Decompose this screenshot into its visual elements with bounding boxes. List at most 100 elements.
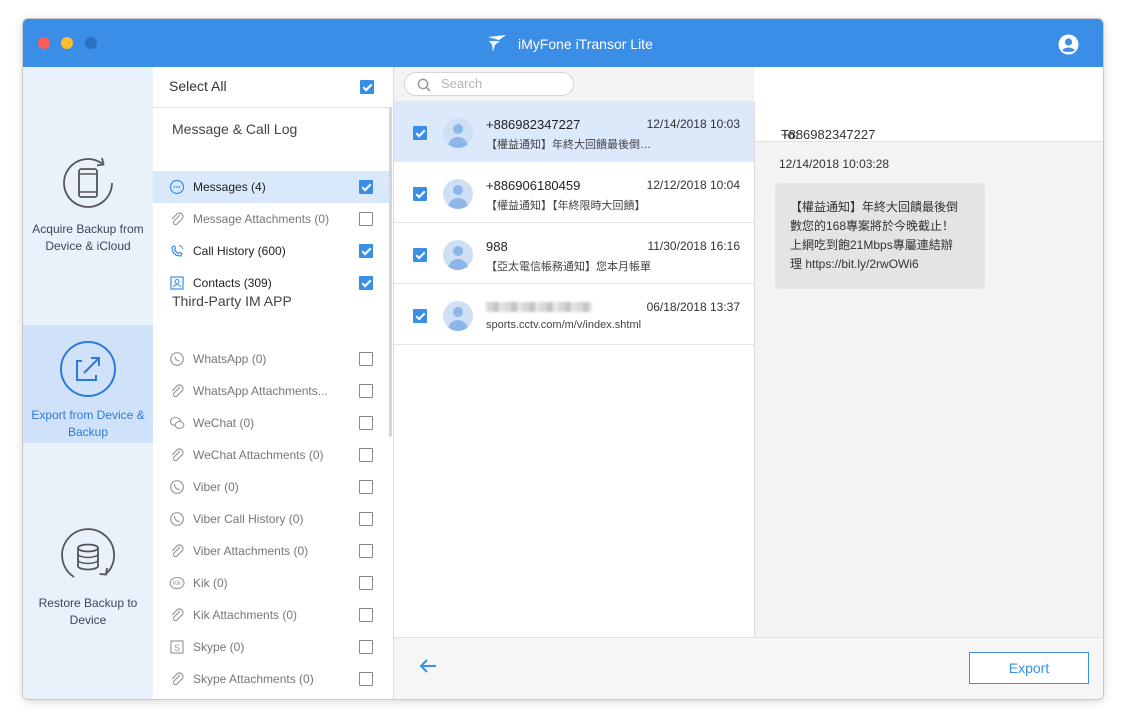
group-heading-im-app: Third-Party IM APP xyxy=(172,293,292,309)
category-row[interactable]: Viber Call History (0) xyxy=(153,503,389,535)
message-checkbox[interactable] xyxy=(413,187,427,201)
message-checkbox[interactable] xyxy=(413,126,427,140)
minimize-window-button[interactable] xyxy=(61,37,73,49)
category-label: WeChat (0) xyxy=(193,416,255,430)
category-checkbox[interactable] xyxy=(359,672,373,686)
search-bar: Search xyxy=(394,67,754,102)
category-row[interactable]: WhatsApp (0) xyxy=(153,343,389,375)
svg-text:S: S xyxy=(174,643,180,653)
category-checkbox[interactable] xyxy=(359,640,373,654)
category-label: Kik (0) xyxy=(193,576,228,590)
message-item[interactable]: +886982347227 12/14/2018 10:03 【權益通知】年終大… xyxy=(394,101,754,162)
select-all-row[interactable]: Select All xyxy=(153,67,393,108)
message-timestamp: 12/14/2018 10:03:28 xyxy=(779,157,890,171)
category-checkbox[interactable] xyxy=(359,244,373,258)
recipient-number: +886982347227 xyxy=(781,127,876,142)
search-icon xyxy=(417,78,431,92)
category-row[interactable]: Kik Attachments (0) xyxy=(153,599,389,631)
category-row[interactable]: Kik Kik (0) xyxy=(153,567,389,599)
wechat-icon xyxy=(169,416,185,430)
message-preview: 【亞太電信帳務通知】您本月帳單 xyxy=(486,261,651,273)
paperclip-icon xyxy=(171,672,184,686)
title-bar: iMyFone iTransor Lite xyxy=(23,19,1103,67)
category-checkbox[interactable] xyxy=(359,544,373,558)
nav-acquire-label-2: Device & iCloud xyxy=(45,239,131,253)
message-bubble: 【權益通知】年終大回饋最後倒 數您的168專案將於今晚截止！ 上網吃到飽21Mb… xyxy=(775,183,985,289)
category-checkbox[interactable] xyxy=(359,276,373,290)
category-checkbox[interactable] xyxy=(359,512,373,526)
app-logo-icon xyxy=(488,35,506,52)
category-label: Message Attachments (0) xyxy=(193,212,330,226)
message-date: 11/30/2018 16:16 xyxy=(647,239,740,253)
zoom-window-button[interactable] xyxy=(85,37,97,49)
message-item[interactable]: 06/18/2018 13:37 sports.cctv.com/m/v/ind… xyxy=(394,284,754,345)
category-label: WeChat Attachments (0) xyxy=(193,448,324,462)
nav-export[interactable]: Export from Device & Backup xyxy=(23,325,153,443)
category-label: WhatsApp Attachments... xyxy=(193,384,328,398)
category-label: Viber (0) xyxy=(193,480,239,494)
message-date: 06/18/2018 13:37 xyxy=(646,300,740,314)
category-row[interactable]: lineLine (0) xyxy=(153,695,389,699)
message-checkbox[interactable] xyxy=(413,309,427,323)
message-list: +886982347227 12/14/2018 10:03 【權益通知】年終大… xyxy=(394,101,754,637)
message-body-line: 理 https://bit.ly/2rwOWi6 xyxy=(790,257,919,271)
category-label: Messages (4) xyxy=(193,180,266,194)
nav-acquire-backup[interactable]: Acquire Backup from Device & iCloud xyxy=(23,153,153,255)
category-row[interactable]: WeChat Attachments (0) xyxy=(153,439,389,471)
category-checkbox[interactable] xyxy=(359,212,373,226)
category-checkbox[interactable] xyxy=(359,416,373,430)
category-row[interactable]: Call History (600) xyxy=(153,235,389,267)
message-item[interactable]: 988 11/30/2018 16:16 【亞太電信帳務通知】您本月帳單 xyxy=(394,223,754,284)
category-row[interactable]: Viber (0) xyxy=(153,471,389,503)
category-checkbox[interactable] xyxy=(359,180,373,194)
category-checkbox[interactable] xyxy=(359,448,373,462)
mode-sidebar: Acquire Backup from Device & iCloud Expo… xyxy=(23,67,153,699)
message-item[interactable]: +886906180459 12/12/2018 10:04 【權益通知】【年終… xyxy=(394,162,754,223)
category-row[interactable]: Viber Attachments (0) xyxy=(153,535,389,567)
message-detail-pane: To: +886982347227 12/14/2018 10:03:28 【權… xyxy=(754,101,1103,637)
export-button[interactable]: Export xyxy=(969,652,1089,684)
category-checkbox[interactable] xyxy=(359,480,373,494)
account-icon[interactable] xyxy=(1058,34,1079,55)
category-label: Skype Attachments (0) xyxy=(193,672,314,686)
nav-restore-backup[interactable]: Restore Backup to Device xyxy=(23,527,153,629)
message-sender: +886906180459 xyxy=(486,178,581,193)
category-scrollbar[interactable] xyxy=(389,107,392,437)
app-title: iMyFone iTransor Lite xyxy=(486,34,653,54)
category-row[interactable]: Messages (4) xyxy=(153,171,389,203)
contact-icon xyxy=(170,276,184,290)
message-date: 12/12/2018 10:04 xyxy=(646,178,740,192)
category-row[interactable]: Skype Attachments (0) xyxy=(153,663,389,695)
nav-acquire-label: Acquire Backup from xyxy=(32,222,144,236)
skype-icon: S xyxy=(170,640,184,654)
paperclip-icon xyxy=(171,608,184,622)
message-body-line: 上網吃到飽21Mbps專屬連結辦 xyxy=(790,238,953,252)
nav-export-label-2: Backup xyxy=(67,425,109,439)
action-footer: Export xyxy=(394,637,1103,699)
category-checkbox[interactable] xyxy=(359,384,373,398)
category-row[interactable]: S Skype (0) xyxy=(153,631,389,663)
category-checkbox[interactable] xyxy=(359,608,373,622)
paperclip-icon xyxy=(171,544,184,558)
message-checkbox[interactable] xyxy=(413,248,427,262)
app-title-text: iMyFone iTransor Lite xyxy=(518,36,653,52)
category-row[interactable]: WeChat (0) xyxy=(153,407,389,439)
category-checkbox[interactable] xyxy=(359,352,373,366)
back-arrow-icon[interactable] xyxy=(418,658,438,674)
avatar xyxy=(443,118,473,148)
category-row[interactable]: Message Attachments (0) xyxy=(153,203,389,235)
select-all-checkbox[interactable] xyxy=(360,80,374,94)
kik-icon: Kik xyxy=(169,576,185,590)
data-category-panel: Select All Message & Call Log Messages (… xyxy=(153,67,394,699)
category-row[interactable]: WhatsApp Attachments... xyxy=(153,375,389,407)
search-input[interactable]: Search xyxy=(404,72,574,96)
category-label: Contacts (309) xyxy=(193,276,272,290)
viber-icon xyxy=(170,480,184,494)
avatar xyxy=(443,179,473,209)
app-window: iMyFone iTransor Lite Acquire Backup fro… xyxy=(23,19,1103,699)
category-checkbox[interactable] xyxy=(359,576,373,590)
paperclip-icon xyxy=(171,448,184,462)
message-icon xyxy=(169,179,185,195)
close-window-button[interactable] xyxy=(38,37,50,49)
phone-icon xyxy=(171,245,183,257)
